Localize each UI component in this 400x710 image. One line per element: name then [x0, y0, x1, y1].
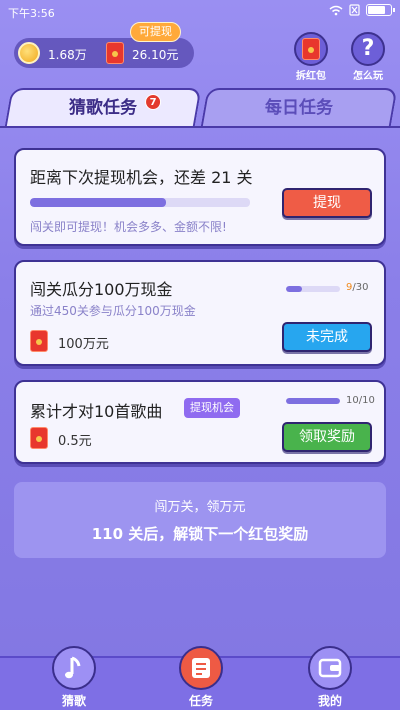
- nav-label: 任务: [188, 694, 213, 708]
- task-progress-text: 10/10: [346, 395, 375, 406]
- open-red-packet-label: 拆红包: [296, 71, 326, 82]
- task-subtitle: 闯关即可提现！机会多多、金额不限!: [30, 220, 227, 234]
- tab-label: 每日任务: [265, 98, 333, 118]
- withdraw-chance-tag: 提现机会: [184, 398, 240, 418]
- info-banner: 闯万关，领万元 110 关后，解锁下一个红包奖励: [14, 482, 386, 558]
- task-card-challenge: 闯关瓜分100万现金 通过450关参与瓜分100万现金 9/30 100万元 未…: [14, 260, 386, 366]
- battery-icon: [366, 4, 395, 16]
- claim-reward-button[interactable]: 领取奖励: [282, 422, 372, 452]
- red-packet-icon: [106, 42, 124, 64]
- nav-item-tasks[interactable]: 任务: [171, 646, 231, 709]
- info-line-2: 110 关后，解锁下一个红包奖励: [91, 525, 309, 543]
- no-sim-icon: [349, 4, 360, 16]
- tab-label: 猜歌任务: [69, 98, 137, 118]
- task-subtitle: 通过450关参与瓜分100万现金: [30, 304, 196, 318]
- wallet-icon: [318, 658, 342, 678]
- wallet-bar: 1.68万 26.10元: [14, 38, 194, 68]
- music-note-icon: [65, 656, 81, 679]
- nav-label: 猜歌: [61, 694, 86, 708]
- status-bar: 下午3:56: [0, 0, 400, 24]
- red-packet-icon: [30, 330, 48, 352]
- progress-fill: [286, 398, 340, 404]
- incomplete-button[interactable]: 未完成: [282, 322, 372, 352]
- task-progress-bar: [286, 286, 340, 292]
- nav-item-mine[interactable]: 我的: [300, 646, 360, 709]
- wifi-icon: [329, 5, 343, 15]
- task-title: 距离下次提现机会，还差 21 关: [30, 168, 253, 187]
- how-to-play-label: 怎么玩: [353, 71, 383, 82]
- withdraw-tag[interactable]: 可提现: [130, 22, 181, 42]
- how-to-play-button[interactable]: ? 怎么玩: [348, 32, 388, 82]
- task-reward: 0.5元: [58, 434, 92, 449]
- bottom-nav: 猜歌 任务 我的: [0, 646, 400, 710]
- open-red-packet-button[interactable]: 拆红包: [291, 32, 331, 82]
- task-card-songs: 累计才对10首歌曲 提现机会 10/10 0.5元 领取奖励: [14, 380, 386, 464]
- nav-label: 我的: [317, 694, 342, 708]
- question-icon: ?: [361, 36, 375, 61]
- tab-badge: 7: [145, 94, 162, 110]
- progress-fill: [286, 286, 303, 292]
- task-tabs: 猜歌任务 7 每日任务: [4, 88, 398, 128]
- info-line-1: 闯万关，领万元: [154, 500, 246, 515]
- tab-daily-tasks[interactable]: 每日任务: [200, 88, 398, 128]
- coin-icon: [18, 42, 40, 64]
- task-title: 累计才对10首歌曲: [30, 402, 163, 421]
- red-packet-icon: [302, 38, 320, 60]
- withdraw-button[interactable]: 提现: [282, 188, 372, 218]
- nav-item-guess-song[interactable]: 猜歌: [44, 646, 104, 709]
- task-card-withdraw: 距离下次提现机会，还差 21 关 闯关即可提现！机会多多、金额不限! 提现: [14, 148, 386, 246]
- progress-fill: [30, 198, 167, 207]
- task-progress-bar: [286, 398, 340, 404]
- task-list-icon: [192, 658, 210, 678]
- task-progress-text: 9/30: [346, 282, 369, 293]
- task-reward: 100万元: [58, 337, 109, 352]
- task-title: 闯关瓜分100万现金: [30, 280, 173, 299]
- status-icons: [329, 4, 395, 16]
- cash-balance: 26.10元: [132, 48, 179, 62]
- tab-guess-song-tasks[interactable]: 猜歌任务 7: [4, 88, 202, 128]
- tab-divider: [0, 126, 400, 128]
- red-packet-icon: [30, 427, 48, 449]
- status-time: 下午3:56: [8, 7, 55, 20]
- coin-balance: 1.68万: [48, 48, 87, 62]
- task-progress-bar: [30, 198, 250, 207]
